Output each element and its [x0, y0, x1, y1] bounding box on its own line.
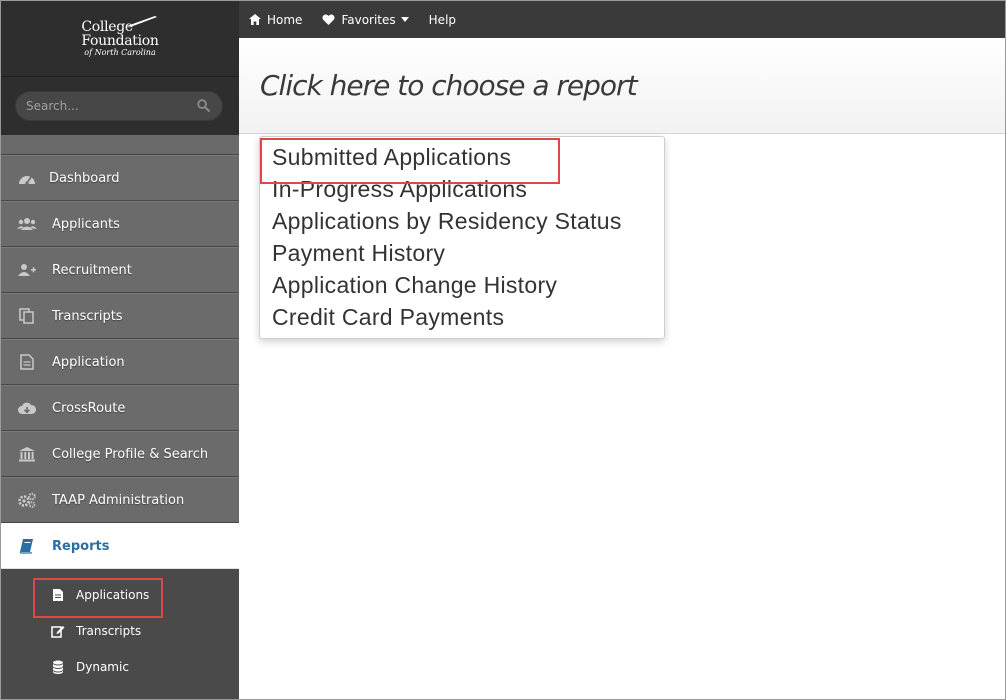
search-area — [1, 77, 239, 135]
sidebar-item-recruitment[interactable]: Recruitment — [1, 247, 239, 293]
search-input[interactable] — [26, 99, 176, 113]
search-box — [15, 91, 223, 121]
cloud-download-icon — [17, 400, 37, 416]
sidebar: College Foundation of North Carolina Das… — [1, 1, 239, 699]
sidebar-item-label: TAAP Administration — [52, 492, 185, 508]
logo-swoosh-icon — [127, 16, 164, 26]
report-chooser-header[interactable]: Click here to choose a report — [239, 38, 1005, 134]
top-navbar: Home Favorites Help — [239, 1, 1005, 38]
sidebar-item-crossroute[interactable]: CrossRoute — [1, 385, 239, 431]
logo-line-2: Foundation — [81, 33, 159, 49]
database-icon — [51, 660, 65, 674]
logo-area: College Foundation of North Carolina — [1, 1, 239, 77]
report-option-payment-history[interactable]: Payment History — [260, 237, 664, 269]
user-plus-icon — [17, 262, 37, 278]
document-icon — [17, 354, 37, 370]
nav-help-label: Help — [428, 12, 457, 27]
sidebar-item-applicants[interactable]: Applicants — [1, 201, 239, 247]
report-options-dropdown: Submitted Applications In-Progress Appli… — [259, 136, 665, 339]
search-icon[interactable] — [197, 97, 210, 116]
heart-icon — [322, 14, 335, 25]
report-option-application-change-history[interactable]: Application Change History — [260, 269, 664, 301]
dashboard-icon — [17, 170, 37, 186]
sidebar-item-taap-administration[interactable]: TAAP Administration — [1, 477, 239, 523]
college-foundation-logo[interactable]: College Foundation of North Carolina — [81, 16, 164, 57]
document-icon — [51, 588, 65, 602]
sidebar-item-dashboard[interactable]: Dashboard — [1, 155, 239, 201]
sidebar-item-label: College Profile & Search — [52, 446, 209, 462]
chevron-down-icon — [400, 17, 409, 22]
submenu-item-label: Transcripts — [76, 624, 142, 638]
reports-submenu: Applications Transcripts Dynamic — [1, 569, 239, 699]
sidebar-divider — [1, 135, 239, 155]
nav-favorites-dropdown[interactable]: Favorites — [322, 12, 409, 27]
app-window: College Foundation of North Carolina Das… — [0, 0, 1006, 700]
sidebar-item-label: Applicants — [52, 216, 120, 232]
report-chooser-title[interactable]: Click here to choose a report — [260, 69, 638, 102]
sidebar-item-application[interactable]: Application — [1, 339, 239, 385]
submenu-item-transcripts[interactable]: Transcripts — [1, 613, 239, 649]
home-icon — [249, 14, 261, 25]
sidebar-item-transcripts[interactable]: Transcripts — [1, 293, 239, 339]
sidebar-item-college-profile[interactable]: College Profile & Search — [1, 431, 239, 477]
cogs-icon — [17, 492, 37, 508]
submenu-item-label: Dynamic — [76, 660, 129, 674]
submenu-item-dynamic[interactable]: Dynamic — [1, 649, 239, 685]
report-option-submitted-applications[interactable]: Submitted Applications — [260, 138, 664, 184]
sidebar-item-label: Transcripts — [52, 308, 123, 324]
logo-line-3: of North Carolina — [84, 48, 156, 57]
submenu-item-label: Applications — [76, 588, 150, 602]
users-icon — [17, 216, 37, 232]
nav-help-link[interactable]: Help — [429, 13, 456, 27]
bank-icon — [17, 446, 37, 462]
main-content: Click here to choose a report Submitted … — [239, 38, 1005, 699]
sidebar-item-label: Recruitment — [52, 262, 132, 278]
sidebar-item-label: Dashboard — [49, 170, 120, 186]
book-icon — [17, 538, 37, 554]
nav-home-link[interactable]: Home — [249, 13, 302, 27]
nav-favorites-label: Favorites — [341, 12, 396, 27]
nav-home-label: Home — [267, 12, 303, 27]
sidebar-item-reports[interactable]: Reports — [1, 523, 239, 569]
sidebar-item-label: Reports — [52, 538, 110, 554]
report-option-credit-card-payments[interactable]: Credit Card Payments — [260, 301, 664, 333]
submenu-item-applications[interactable]: Applications — [1, 577, 239, 618]
sidebar-item-label: CrossRoute — [52, 400, 126, 416]
report-option-applications-by-residency-status[interactable]: Applications by Residency Status — [260, 205, 664, 237]
copy-icon — [17, 308, 37, 324]
sidebar-item-label: Application — [52, 354, 125, 370]
edit-icon — [51, 624, 65, 638]
